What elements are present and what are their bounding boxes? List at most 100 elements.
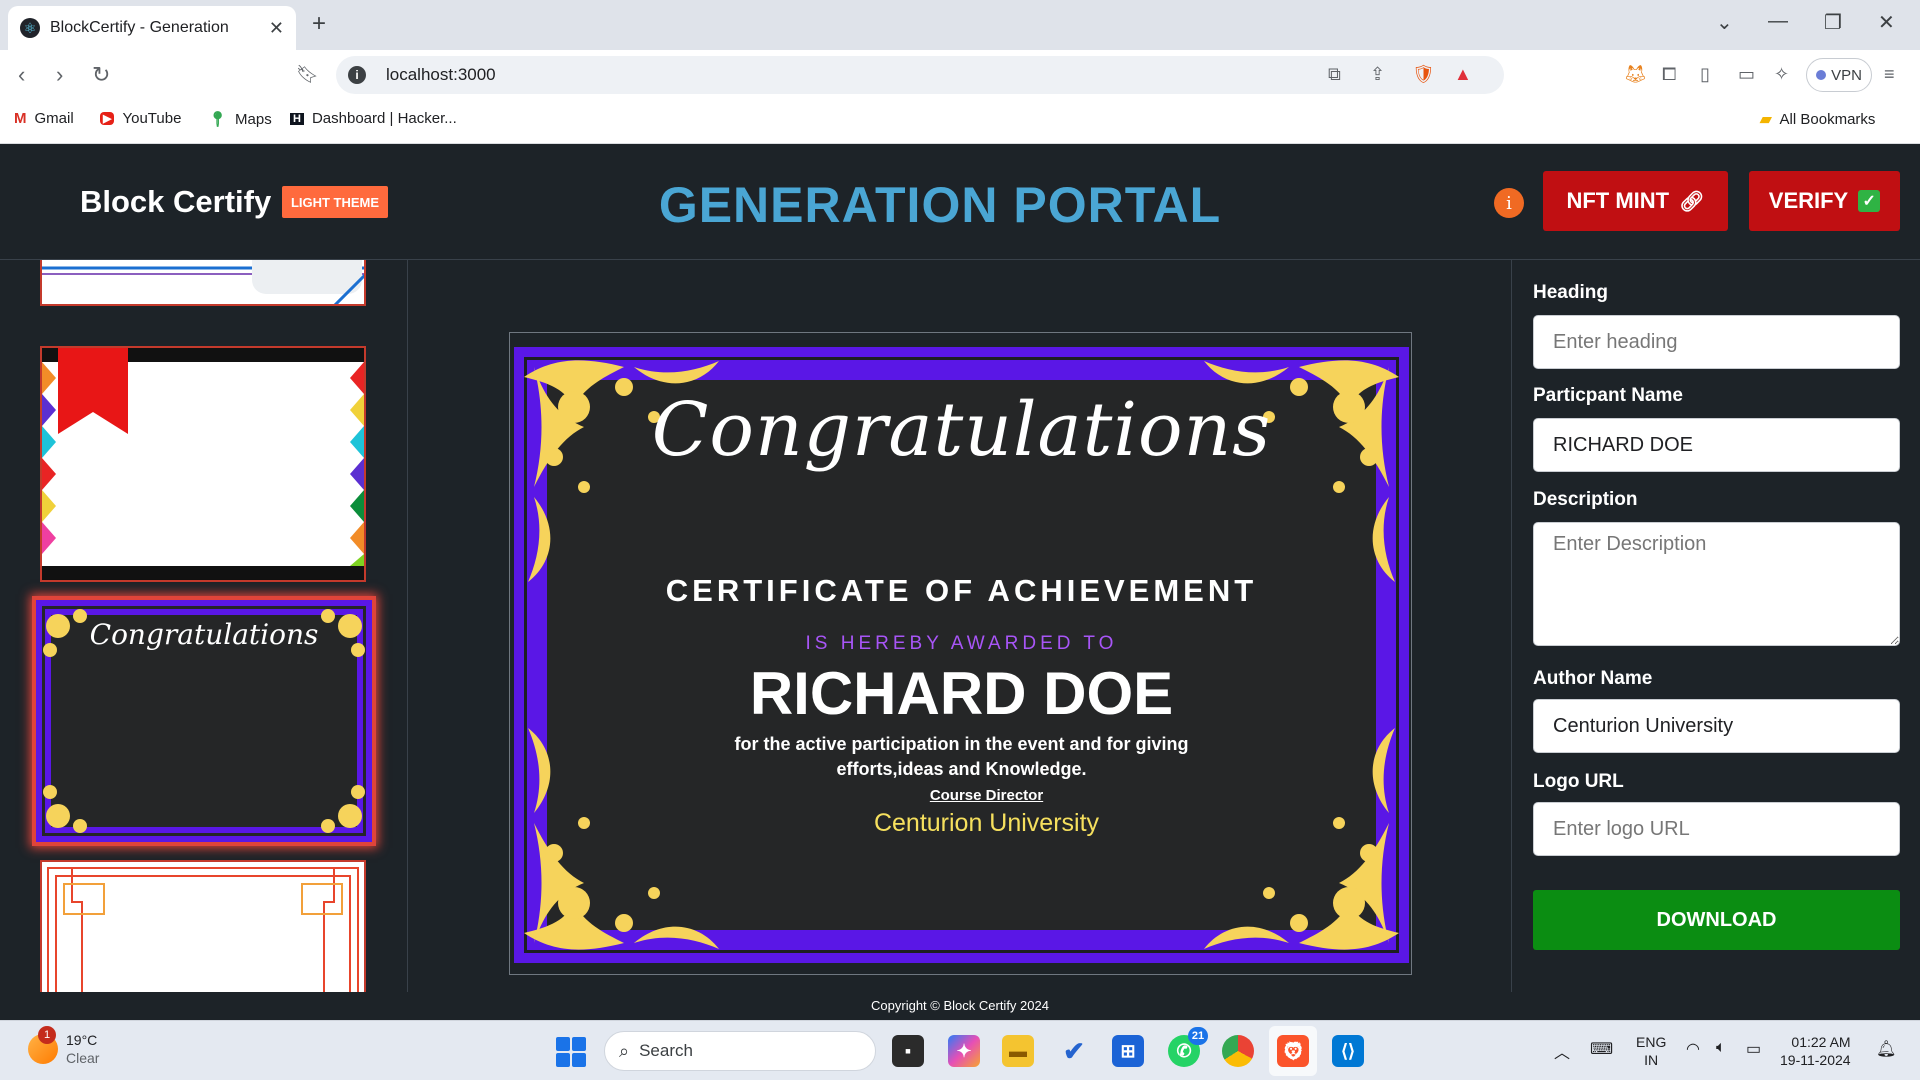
install-app-icon[interactable]: ⧉ [1328, 64, 1341, 85]
bookmark-label: Maps [235, 110, 272, 128]
system-clock[interactable]: 01:22 AM 19-11-2024 [1780, 1033, 1851, 1069]
microsoft-store-icon[interactable]: ⊞ [1112, 1035, 1144, 1067]
template-thumbnail[interactable] [40, 860, 366, 992]
bookmark-icon[interactable]: 🔖︎ [296, 64, 319, 85]
template-thumbnail-selected[interactable]: Congratulations [32, 596, 376, 846]
address-toolbar: ‹ › ↻ 🔖︎ i localhost:3000 ⧉ ⇪ 🛡︎ ▲ 🦊︎ ⧠ … [0, 50, 1920, 100]
copilot-icon[interactable]: ✦ [948, 1035, 980, 1067]
vpn-status-icon [1816, 70, 1827, 80]
bookmark-maps[interactable]: 📍︎ Maps [208, 110, 272, 129]
close-window-icon[interactable]: ✕ [1878, 10, 1895, 35]
sidebar-icon[interactable]: ▯ [1700, 64, 1710, 85]
verify-label: VERIFY [1768, 188, 1849, 213]
menu-icon[interactable]: ≡ [1884, 64, 1895, 85]
show-hidden-icons[interactable]: ︿ [1554, 1039, 1570, 1063]
windows-taskbar: 1 19°C Clear ⌕ Search ▪ ✦ ▬ ✔ ⊞ ✆ 21 🦁︎ … [0, 1020, 1920, 1080]
info-icon[interactable]: i [1494, 188, 1524, 218]
nft-mint-button[interactable]: NFT MINT 🔗︎ [1543, 171, 1728, 231]
extensions-icon[interactable]: ⧠ [1662, 64, 1676, 85]
link-icon: 🔗︎ [1679, 190, 1705, 213]
url-text: localhost:3000 [386, 65, 496, 84]
keyboard-icon[interactable]: ⌨ [1590, 1039, 1613, 1059]
brave-shield-icon[interactable]: 🛡︎ [1412, 64, 1435, 85]
vpn-button[interactable]: VPN [1806, 58, 1872, 92]
weather-condition: Clear [66, 1050, 100, 1066]
verify-button[interactable]: VERIFY ✓ [1749, 171, 1900, 231]
template-thumbnail[interactable] [40, 346, 366, 582]
minimize-icon[interactable]: — [1768, 10, 1788, 33]
vscode-icon[interactable]: ⟨⟩ [1332, 1035, 1364, 1067]
share-icon[interactable]: ⇪ [1370, 64, 1385, 85]
certificate-form: Heading Particpant Name Description Auth… [1511, 260, 1920, 992]
taskbar-search[interactable]: ⌕ Search [604, 1031, 876, 1071]
description-label: Description [1533, 489, 1638, 510]
forward-icon[interactable]: › [56, 62, 63, 88]
author-label: Author Name [1533, 668, 1653, 689]
lang-top: ENG [1636, 1034, 1667, 1050]
clock-date: 19-11-2024 [1780, 1052, 1851, 1068]
weather-moon-icon: 1 [28, 1026, 58, 1064]
author-name-input[interactable] [1533, 699, 1900, 753]
description-textarea[interactable] [1533, 522, 1900, 646]
thumbnail-script-text: Congratulations [89, 618, 319, 651]
chrome-icon[interactable] [1222, 1035, 1254, 1067]
site-info-icon[interactable]: i [348, 66, 366, 84]
close-tab-icon[interactable]: ✕ [269, 18, 284, 39]
whatsapp-icon[interactable]: ✆ 21 [1168, 1027, 1208, 1067]
youtube-icon: ▶ [100, 112, 115, 125]
windows-start-icon[interactable] [556, 1037, 586, 1067]
all-bookmarks[interactable]: ▰ All Bookmarks [1760, 110, 1876, 129]
restore-icon[interactable]: ❐ [1824, 10, 1842, 35]
certificate-description: for the active participation in the even… [734, 734, 1189, 779]
weather-widget[interactable]: 1 19°C Clear [28, 1026, 100, 1067]
language-indicator[interactable]: ENG IN [1636, 1033, 1666, 1069]
browser-tab-active[interactable]: ⚛ BlockCertify - Generation ✕ [8, 6, 296, 50]
template-list[interactable]: Congratulations [0, 260, 408, 992]
brave-icon[interactable]: 🦁︎ [1277, 1035, 1309, 1067]
todo-icon[interactable]: ✔ [1058, 1035, 1090, 1067]
checkmark-icon: ✓ [1858, 190, 1881, 212]
participant-label: Particpant Name [1533, 385, 1683, 406]
maps-pin-icon: 📍︎ [208, 111, 228, 128]
participant-name-input[interactable] [1533, 418, 1900, 472]
download-button[interactable]: DOWNLOAD [1533, 890, 1900, 950]
bookmark-label: YouTube [122, 110, 182, 127]
template-thumbnail[interactable] [40, 260, 366, 306]
volume-icon[interactable]: 🔈︎ [1716, 1039, 1726, 1057]
hackerrank-icon: H [290, 112, 304, 125]
temperature: 19°C [66, 1032, 98, 1048]
task-view-icon[interactable]: ▪ [892, 1035, 924, 1067]
new-tab-icon[interactable]: + [312, 10, 326, 38]
wallet-icon[interactable]: ▭ [1738, 64, 1755, 85]
awarded-to-text: IS HEREBY AWARDED TO [805, 633, 1118, 654]
back-icon[interactable]: ‹ [18, 62, 25, 88]
heading-label: Heading [1533, 282, 1608, 303]
wifi-icon[interactable]: ◠ [1686, 1039, 1700, 1059]
logo-url-label: Logo URL [1533, 771, 1624, 792]
brave-rewards-icon[interactable]: ▲ [1454, 64, 1472, 85]
folder-icon: ▰ [1760, 111, 1772, 128]
bookmark-label: Gmail [34, 110, 74, 127]
logo-url-input[interactable] [1533, 802, 1900, 856]
leo-ai-icon[interactable]: ✧ [1774, 64, 1789, 85]
vpn-label: VPN [1831, 66, 1862, 84]
tab-search-chevron-icon[interactable]: ⌄ [1716, 10, 1733, 35]
notification-bell-icon[interactable]: 🔔︎ [1876, 1039, 1896, 1059]
tab-title: BlockCertify - Generation [50, 19, 229, 36]
reload-icon[interactable]: ↻ [92, 62, 110, 88]
bookmark-hackerrank[interactable]: H Dashboard | Hacker... [290, 110, 457, 127]
bookmark-label: Dashboard | Hacker... [311, 110, 457, 127]
search-label: Search [639, 1041, 693, 1060]
file-explorer-icon[interactable]: ▬ [1002, 1035, 1034, 1067]
heading-input[interactable] [1533, 315, 1900, 369]
react-icon: ⚛ [20, 18, 40, 38]
all-bookmarks-label: All Bookmarks [1779, 110, 1876, 128]
certificate-canvas: Congratulations CERTIFICATE OF ACHIEVEME… [509, 332, 1412, 975]
metamask-icon[interactable]: 🦊︎ [1624, 64, 1647, 85]
bookmark-gmail[interactable]: M Gmail [14, 110, 74, 127]
address-bar[interactable]: i localhost:3000 ⧉ ⇪ 🛡︎ ▲ [336, 56, 1504, 94]
battery-icon[interactable]: ▭ [1746, 1039, 1761, 1059]
bookmark-youtube[interactable]: ▶ YouTube [100, 110, 181, 127]
template-preview-blue [42, 260, 364, 304]
clock-time: 01:22 AM [1791, 1034, 1851, 1050]
